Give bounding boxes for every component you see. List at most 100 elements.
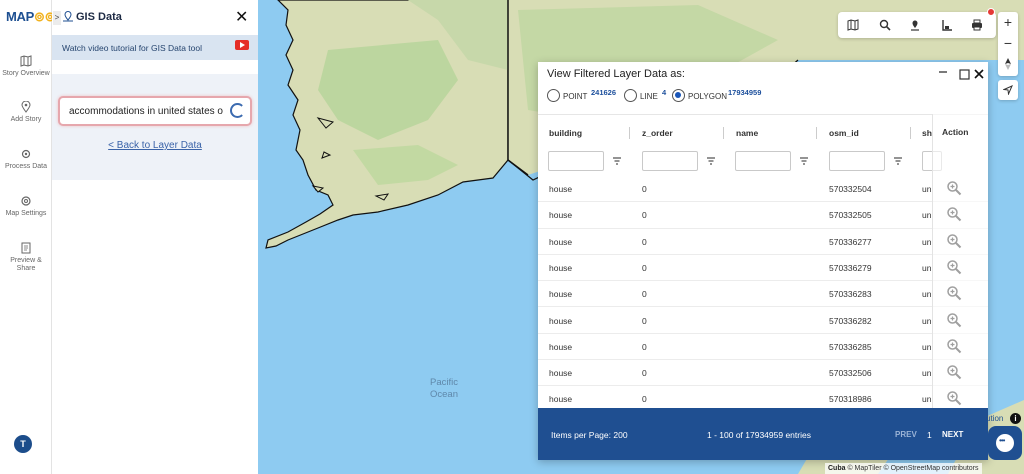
youtube-icon[interactable] <box>235 40 249 50</box>
measure-icon[interactable] <box>940 18 954 32</box>
rail-item-label: Map Settings <box>5 210 47 217</box>
column-header-name[interactable]: name <box>736 128 758 138</box>
collapse-chevron-button[interactable]: > <box>53 11 61 25</box>
table-row[interactable]: house 0 570318986 un <box>538 386 988 408</box>
gis-data-panel: > GIS Data ✕ Watch video tutorial for GI… <box>52 0 258 474</box>
filter-icon[interactable] <box>706 156 716 166</box>
rail-item-add-story[interactable]: Add Story <box>0 101 52 124</box>
table-cell-building: house <box>549 368 573 379</box>
attribution-text[interactable]: © MapTiler © OpenStreetMap contributors <box>847 465 978 472</box>
search-input[interactable]: accommodations in united states o <box>58 96 252 126</box>
table-cell-building: house <box>549 315 573 326</box>
attribution-place: Cuba <box>828 465 846 472</box>
table-row[interactable]: house 0 570332504 un <box>538 176 988 203</box>
dialog-title: View Filtered Layer Data as: <box>547 68 685 80</box>
geolocate-button[interactable] <box>998 80 1018 100</box>
print-icon[interactable] <box>970 18 984 32</box>
table-cell-z-order: 0 <box>642 289 647 300</box>
ocean-label-line2: Ocean <box>430 389 458 400</box>
radio-circle[interactable] <box>624 89 637 102</box>
rail-item-story-overview[interactable]: Story Overview <box>0 55 52 78</box>
close-icon[interactable]: ✕ <box>235 10 248 26</box>
table-row[interactable]: house 0 570336277 un <box>538 229 988 255</box>
table-cell-building: house <box>549 184 573 194</box>
table-cell-z-order: 0 <box>642 341 647 352</box>
table-row[interactable]: house 0 570336283 un <box>538 281 988 308</box>
search-icon[interactable] <box>878 18 892 32</box>
table-cell-building: house <box>549 236 573 247</box>
radio-circle[interactable] <box>547 89 560 102</box>
table-row[interactable]: house 0 570336282 un <box>538 308 988 334</box>
table-cell-osm-id: 570332506 <box>829 368 872 379</box>
rail-item-preview-share[interactable]: Preview & Share <box>0 242 52 273</box>
table-cell-sh: un <box>922 341 932 352</box>
filter-input-osm-id[interactable] <box>829 151 885 171</box>
user-avatar[interactable]: T <box>14 435 32 453</box>
search-input-value[interactable]: accommodations in united states o <box>69 106 229 117</box>
table-cell-z-order: 0 <box>642 184 647 194</box>
maximize-icon[interactable] <box>959 69 970 80</box>
rail-item-label: Add Story <box>10 116 42 123</box>
map-view-icon[interactable] <box>846 18 860 32</box>
table-row[interactable]: house 0 570332506 un <box>538 360 988 387</box>
column-header-z-order[interactable]: z_order <box>642 128 673 138</box>
tutorial-text[interactable]: Watch video tutorial for GIS Data tool <box>62 43 202 53</box>
gear-icon <box>21 149 31 159</box>
column-divider[interactable] <box>723 127 724 139</box>
current-page: 1 <box>927 430 932 440</box>
filter-input-name[interactable] <box>735 151 791 171</box>
nav-rail: MAP⊚⊚ Story Overview Add Story Process D… <box>0 0 55 474</box>
column-divider[interactable] <box>816 127 817 139</box>
column-header-action: Action <box>942 127 969 137</box>
table-cell-osm-id: 570336283 <box>829 289 872 300</box>
filter-icon[interactable] <box>799 156 809 166</box>
table-row[interactable]: house 0 570336279 un <box>538 255 988 282</box>
ocean-label: Pacific Ocean <box>430 377 458 401</box>
table-cell-osm-id: 570336282 <box>829 315 872 326</box>
zoom-in-button[interactable]: + <box>998 12 1018 32</box>
table-cell-osm-id: 570318986 <box>829 394 872 405</box>
panel-body: accommodations in united states o < Back… <box>52 74 258 180</box>
column-header-osm-id[interactable]: osm_id <box>829 128 859 138</box>
location-pin-icon[interactable] <box>908 18 922 32</box>
navigation-arrow-icon <box>1003 85 1013 95</box>
action-column: Action <box>932 114 988 408</box>
filter-input-building[interactable] <box>548 151 604 171</box>
info-icon[interactable]: i <box>1010 413 1021 424</box>
radio-circle[interactable] <box>672 89 685 102</box>
table-cell-osm-id: 570336277 <box>829 236 872 247</box>
panel-title: GIS Data <box>76 11 122 23</box>
filter-icon[interactable] <box>893 156 903 166</box>
column-divider[interactable] <box>910 127 911 139</box>
rail-item-map-settings[interactable]: Map Settings <box>0 195 52 218</box>
table-row[interactable]: house 0 570336285 un <box>538 334 988 361</box>
gis-data-icon <box>63 11 73 22</box>
map-attribution: Cuba © MapTiler © OpenStreetMap contribu… <box>825 463 982 474</box>
chat-button[interactable] <box>988 426 1022 460</box>
filter-icon[interactable] <box>612 156 622 166</box>
minimize-icon[interactable] <box>938 70 948 78</box>
filter-input-z-order[interactable] <box>642 151 698 171</box>
rail-item-process-data[interactable]: Process Data <box>0 148 52 171</box>
items-per-page[interactable]: Items per Page: 200 <box>551 430 628 440</box>
table-cell-sh: un <box>922 394 932 405</box>
loading-spinner-icon <box>230 103 245 118</box>
table-pagination: Items per Page: 200 1 - 100 of 17934959 … <box>538 408 988 460</box>
map-toolbar <box>838 12 996 38</box>
table-cell-osm-id: 570336285 <box>829 341 872 352</box>
table-cell-building: house <box>549 262 573 273</box>
compass-icon[interactable] <box>1003 58 1013 70</box>
table-cell-sh: un <box>922 315 932 326</box>
ocean-label-line1: Pacific <box>430 377 458 388</box>
column-header-building[interactable]: building <box>549 128 582 138</box>
app-logo[interactable]: MAP⊚⊚ <box>6 9 55 25</box>
column-header-sh[interactable]: sh <box>922 128 932 138</box>
next-page-button[interactable]: NEXT <box>942 430 963 439</box>
back-to-layer-data-link[interactable]: < Back to Layer Data <box>52 140 258 151</box>
prev-page-button[interactable]: PREV <box>895 430 917 439</box>
zoom-out-button[interactable]: − <box>998 33 1018 53</box>
table-row[interactable]: house 0 570332505 un <box>538 202 988 229</box>
column-divider[interactable] <box>629 127 630 139</box>
tutorial-banner[interactable]: Watch video tutorial for GIS Data tool <box>52 35 258 60</box>
close-icon[interactable] <box>973 68 985 80</box>
